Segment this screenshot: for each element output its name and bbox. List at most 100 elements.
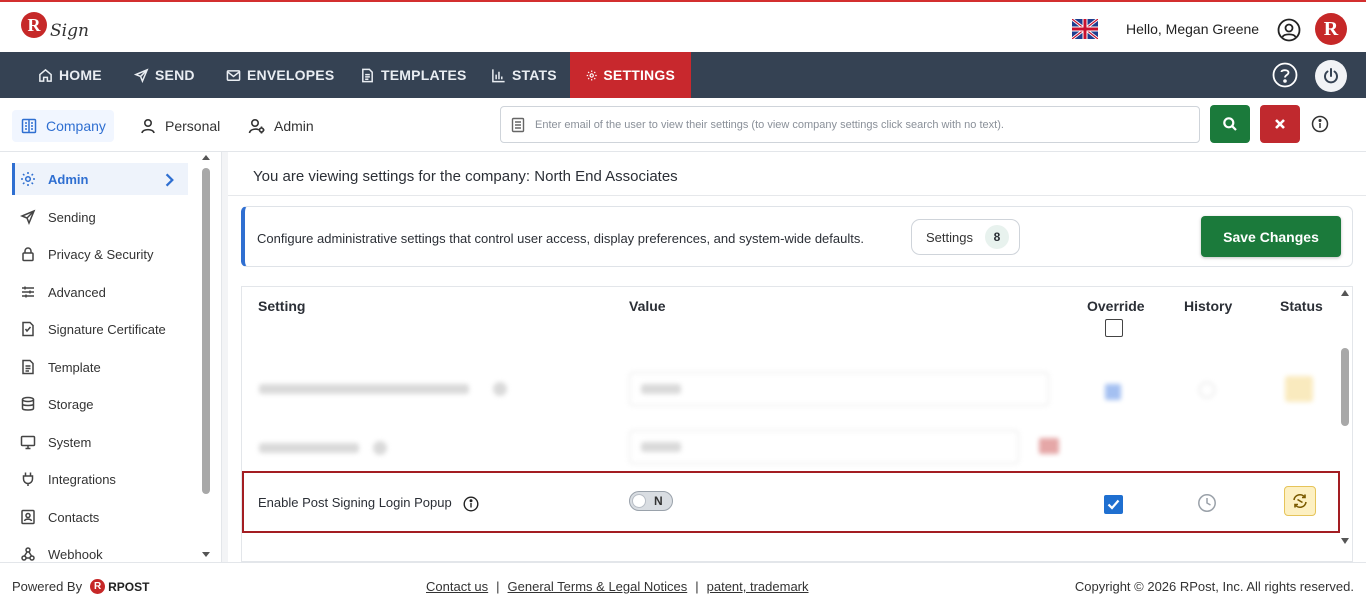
nav-settings-label: SETTINGS [603, 67, 675, 83]
notice-text: Configure administrative settings that c… [257, 231, 864, 246]
nav-templates-label: TEMPLATES [381, 67, 467, 83]
sidebar-item-system[interactable]: System [12, 426, 188, 458]
svg-text:R: R [28, 15, 42, 35]
settings-sidebar: Admin Sending Privacy & Security Advance… [0, 152, 222, 562]
sidebar-item-sending[interactable]: Sending [12, 201, 188, 233]
main-nav: HOME SEND ENVELOPES TEMPLATES STATS SETT… [0, 52, 1366, 98]
footer: Powered By R RPOST Contact us | General … [0, 562, 1366, 607]
rsign-logo[interactable]: R Sign [20, 8, 90, 48]
power-icon [1324, 68, 1338, 84]
send-icon [20, 209, 36, 225]
header-value: Value [629, 298, 666, 314]
document-icon [22, 359, 34, 375]
override-all-checkbox[interactable] [1105, 319, 1123, 337]
setting-label: Enable Post Signing Login Popup [258, 495, 452, 510]
header-setting: Setting [258, 298, 306, 314]
user-search-input[interactable] [535, 118, 1185, 131]
header-status: Status [1280, 298, 1323, 314]
sidebar-scrollbar[interactable] [201, 154, 211, 558]
table-scrollbar[interactable] [1339, 288, 1351, 546]
lock-icon [22, 247, 34, 262]
tab-admin-label: Admin [274, 118, 314, 134]
tab-admin[interactable]: Admin [240, 110, 322, 142]
greeting-text: Hello, Megan Greene [1126, 21, 1260, 37]
sidebar-item-label: Advanced [48, 284, 106, 300]
copyright-text: Copyright © 2026 RPost, Inc. All rights … [1074, 579, 1354, 594]
sidebar-item-label: Integrations [48, 471, 116, 487]
sync-icon [1293, 493, 1307, 509]
status-sync-button[interactable] [1284, 486, 1316, 516]
save-changes-button[interactable]: Save Changes [1201, 216, 1341, 257]
sidebar-item-label: Signature Certificate [48, 321, 166, 337]
tab-company-label: Company [46, 118, 106, 134]
rpost-logo-mark: R [90, 579, 106, 594]
divider [228, 195, 1366, 196]
history-clock-icon[interactable] [1197, 493, 1217, 513]
blurred-row [241, 428, 1339, 468]
override-checkbox[interactable] [1104, 495, 1123, 514]
footer-links: Contact us | General Terms & Legal Notic… [426, 579, 809, 594]
bar-chart-icon [492, 68, 505, 82]
nav-stats[interactable]: STATS [475, 52, 573, 98]
top-bar: R Sign Hello, Megan Greene R [0, 0, 1366, 52]
brand-badge[interactable]: R [1315, 13, 1347, 45]
nav-send[interactable]: SEND [118, 52, 211, 98]
home-icon [39, 68, 52, 82]
post-signing-popup-toggle[interactable]: N [629, 491, 673, 511]
list-icon [511, 117, 525, 132]
help-icon[interactable] [1272, 62, 1298, 88]
powered-by-label: Powered By [12, 579, 83, 594]
person-icon [141, 118, 155, 134]
separator: | [695, 579, 699, 594]
sidebar-item-integrations[interactable]: Integrations [12, 463, 188, 495]
separator: | [496, 579, 500, 594]
close-icon [1275, 119, 1285, 129]
nav-settings[interactable]: SETTINGS [570, 52, 691, 98]
envelope-icon [226, 69, 241, 81]
blurred-row [241, 368, 1339, 414]
clear-button[interactable] [1260, 105, 1300, 143]
settings-count-badge: Settings 8 [911, 219, 1020, 255]
sidebar-item-storage[interactable]: Storage [12, 388, 188, 420]
info-icon[interactable] [463, 496, 479, 512]
plug-icon [22, 472, 34, 486]
sidebar-item-privacy-security[interactable]: Privacy & Security [12, 238, 188, 270]
patent-link[interactable]: patent, trademark [707, 579, 809, 594]
logout-button[interactable] [1315, 60, 1347, 92]
sidebar-item-admin[interactable]: Admin [12, 163, 188, 195]
nav-templates[interactable]: TEMPLATES [344, 52, 483, 98]
nav-home-label: HOME [59, 67, 102, 83]
info-icon[interactable] [1311, 115, 1329, 133]
sidebar-item-label: Contacts [48, 509, 100, 525]
settings-pill-label: Settings [926, 229, 973, 245]
tab-company[interactable]: Company [12, 110, 114, 142]
nav-envelopes[interactable]: ENVELOPES [210, 52, 350, 98]
send-icon [134, 67, 149, 83]
tab-personal[interactable]: Personal [131, 110, 228, 142]
search-button[interactable] [1210, 105, 1250, 143]
rpost-logo-text: RPOST [108, 579, 150, 594]
contact-us-link[interactable]: Contact us [426, 579, 488, 594]
user-profile-icon[interactable] [1277, 18, 1301, 42]
svg-text:Sign: Sign [50, 21, 89, 41]
sidebar-item-label: Storage [48, 396, 94, 412]
sidebar-item-label: Privacy & Security [48, 246, 154, 262]
sidebar-item-label: System [48, 434, 92, 450]
nav-home[interactable]: HOME [22, 52, 118, 98]
chevron-right-icon [165, 173, 174, 187]
monitor-icon [20, 435, 36, 450]
webhook-icon [21, 547, 35, 561]
sidebar-item-signature-certificate[interactable]: Signature Certificate [12, 313, 188, 345]
sliders-icon [22, 286, 34, 298]
uk-flag-icon[interactable] [1072, 19, 1098, 39]
sidebar-item-contacts[interactable]: Contacts [12, 501, 188, 533]
nav-stats-label: STATS [512, 67, 557, 83]
rpost-logo[interactable]: R RPOST [90, 579, 149, 594]
header-override: Override [1087, 298, 1145, 314]
powered-by: Powered By R RPOST [12, 579, 149, 594]
admin-user-icon [248, 118, 265, 134]
sidebar-item-template[interactable]: Template [12, 351, 188, 383]
terms-link[interactable]: General Terms & Legal Notices [508, 579, 688, 594]
sidebar-item-advanced[interactable]: Advanced [12, 276, 188, 308]
checkmark-icon [1107, 499, 1120, 510]
